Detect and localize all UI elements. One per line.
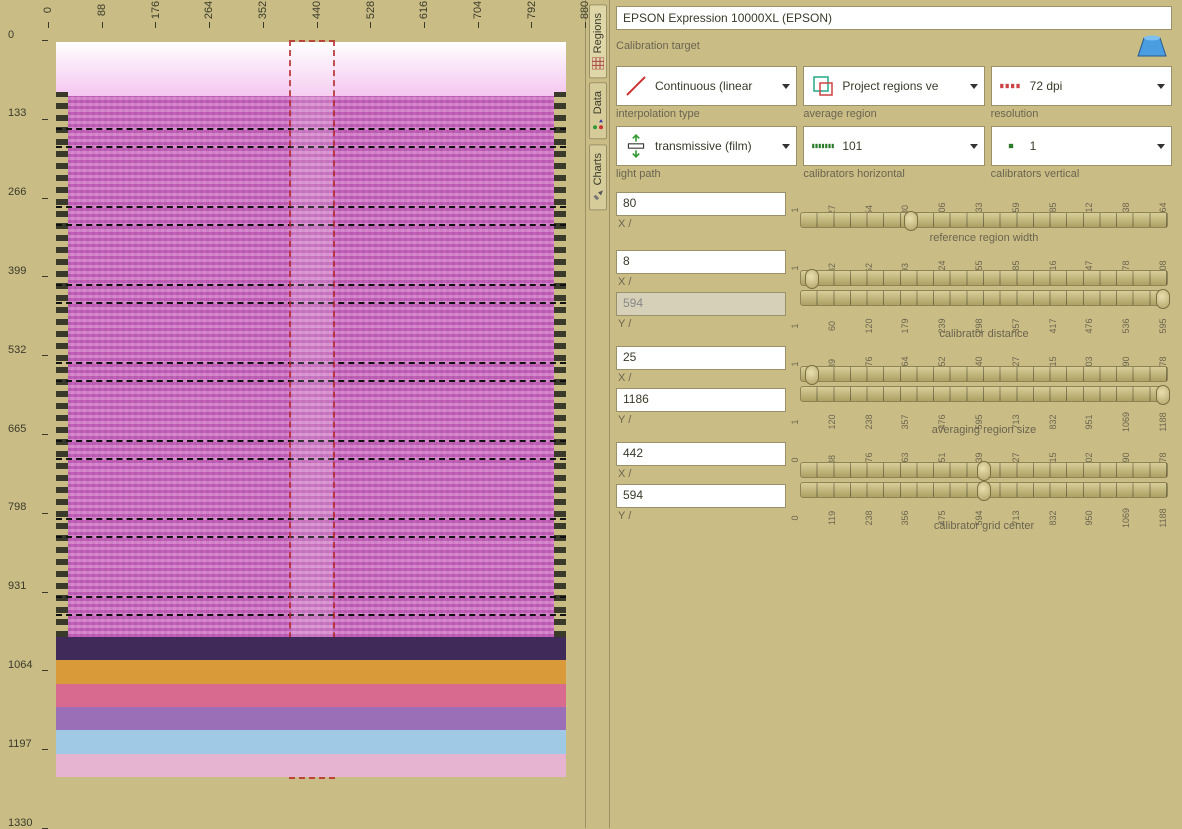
avg-size-y-slider[interactable]	[800, 386, 1168, 402]
calibrator-grid-center-block: 442X /594Y /0881762633514395276157027908…	[616, 442, 1172, 532]
grid-center-y-input[interactable]: 594	[616, 484, 786, 508]
slider-thumb[interactable]	[977, 481, 991, 501]
slider-thumb[interactable]	[1156, 289, 1170, 309]
side-tabs: Regions Data Charts	[586, 0, 610, 828]
dots-icon	[592, 119, 604, 131]
preview-canvas[interactable]	[56, 42, 566, 777]
chevron-down-icon	[782, 84, 790, 89]
slider-thumb[interactable]	[977, 461, 991, 481]
slider-thumb[interactable]	[904, 211, 918, 231]
dpi-icon	[998, 73, 1024, 99]
chevron-down-icon	[782, 144, 790, 149]
average-region-select[interactable]: Project regions ve	[803, 66, 984, 106]
hbar-icon	[810, 133, 836, 159]
scanner-lamp-icon[interactable]	[1132, 32, 1172, 60]
ruler-vertical: 0133266399532665798931106411971330	[0, 40, 48, 828]
interpolation-type-select[interactable]: Continuous (linear	[616, 66, 797, 106]
scan-preview[interactable]: 088176264352440528616704792880 013326639…	[0, 0, 586, 828]
light-path-select[interactable]: transmissive (film)	[616, 126, 797, 166]
reference-region-width-block: 80X /1275480106133159185212238264referen…	[616, 192, 1172, 244]
calibrators-vertical-select[interactable]: 1	[991, 126, 1172, 166]
transmissive-icon	[623, 133, 649, 159]
cal-dist-x-input[interactable]: 8	[616, 250, 786, 274]
tab-regions[interactable]: Regions	[589, 4, 607, 78]
tab-data[interactable]: Data	[589, 82, 607, 139]
slider-thumb[interactable]	[1156, 385, 1170, 405]
cal-dist-y-input: 594	[616, 292, 786, 316]
slider-thumb[interactable]	[805, 365, 819, 385]
tab-charts[interactable]: Charts	[589, 144, 607, 210]
regions-icon	[810, 73, 836, 99]
settings-panel: EPSON Expression 10000XL (EPSON) Calibra…	[610, 0, 1182, 828]
vdot-icon	[998, 133, 1024, 159]
pencil-icon	[592, 189, 604, 201]
ref-width-x-input[interactable]: 80	[616, 192, 786, 216]
grid-center-x-input[interactable]: 442	[616, 442, 786, 466]
cal-dist-x-slider[interactable]	[800, 270, 1168, 286]
chevron-down-icon	[1157, 84, 1165, 89]
grid-icon	[592, 57, 604, 69]
resolution-select[interactable]: 72 dpi	[991, 66, 1172, 106]
grid-center-y-slider[interactable]	[800, 482, 1168, 498]
avg-size-y-input[interactable]: 1186	[616, 388, 786, 412]
averaging-region-size-block: 25X /1186Y /1891762643524405276157037908…	[616, 346, 1172, 436]
cal-dist-y-slider[interactable]	[800, 290, 1168, 306]
avg-size-x-input[interactable]: 25	[616, 346, 786, 370]
calibrators-horizontal-select[interactable]: 101	[803, 126, 984, 166]
slider-thumb[interactable]	[805, 269, 819, 289]
device-name-field[interactable]: EPSON Expression 10000XL (EPSON)	[616, 6, 1172, 30]
line-icon	[623, 73, 649, 99]
dropdown-row-2: transmissive (film) light path 101 calib…	[616, 126, 1172, 180]
chevron-down-icon	[970, 144, 978, 149]
chevron-down-icon	[1157, 144, 1165, 149]
ref-width-slider[interactable]	[800, 212, 1168, 228]
avg-size-x-slider[interactable]	[800, 366, 1168, 382]
chevron-down-icon	[970, 84, 978, 89]
calibrator-distance-block: 8X /594Y /132629312415518521624727830816…	[616, 250, 1172, 340]
grid-center-x-slider[interactable]	[800, 462, 1168, 478]
dropdown-row-1: Continuous (linear interpolation type Pr…	[616, 66, 1172, 120]
calibration-target-label: Calibration target	[616, 40, 700, 52]
ruler-horizontal: 088176264352440528616704792880	[48, 0, 585, 28]
